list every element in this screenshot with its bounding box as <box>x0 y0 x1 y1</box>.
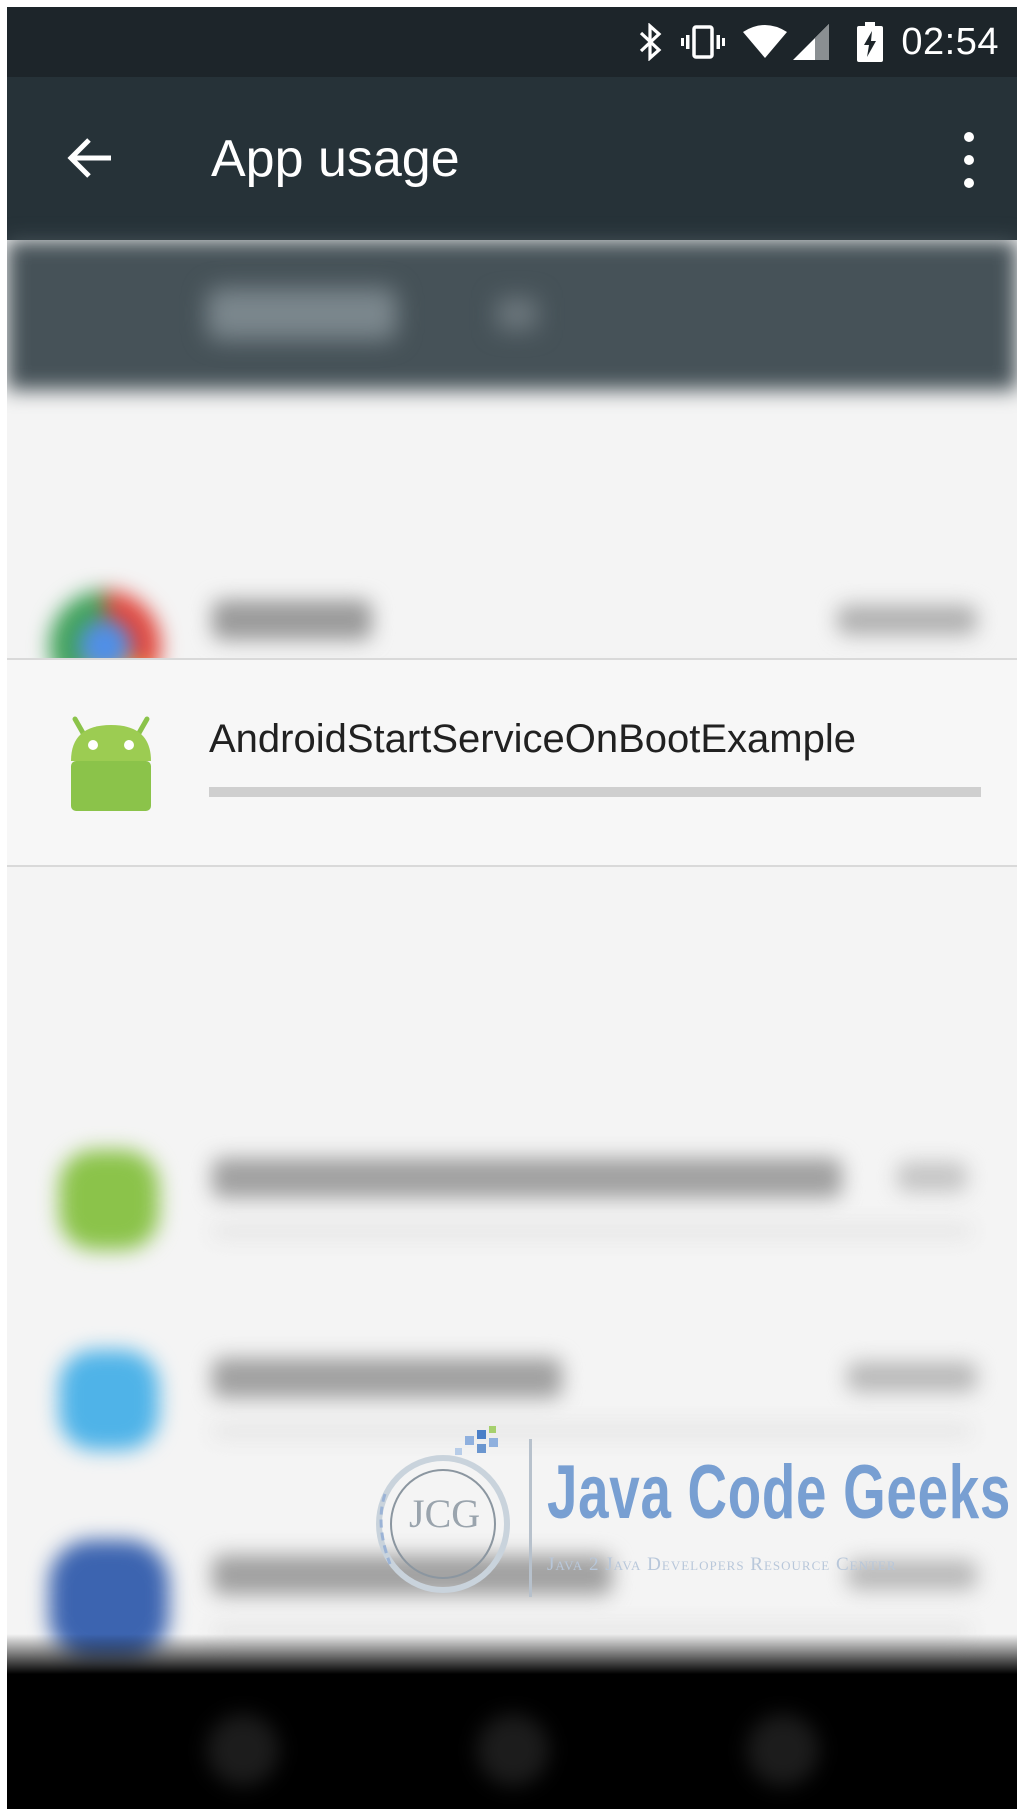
app-name <box>212 600 372 640</box>
status-icons: 02:54 <box>639 7 999 77</box>
usage-progress-fill <box>209 787 981 797</box>
filter-selector[interactable] <box>207 288 397 340</box>
android-icon <box>71 716 151 811</box>
watermark-divider <box>529 1439 532 1597</box>
app-name: AndroidStartServiceOnBootExample <box>209 717 856 761</box>
vibrate-icon <box>681 23 726 61</box>
app-name <box>212 1358 562 1398</box>
app-usage-value <box>837 605 977 635</box>
wifi-icon <box>743 24 788 60</box>
app-usage-value <box>847 1362 977 1392</box>
watermark-logo-letters: JCG <box>409 1491 481 1536</box>
more-vert-icon <box>964 132 974 142</box>
nav-home-button[interactable] <box>477 1714 549 1786</box>
usage-bar <box>212 1225 972 1237</box>
nav-fade <box>7 1634 1017 1674</box>
nav-back-button[interactable] <box>207 1714 279 1786</box>
app-icon <box>59 1150 159 1250</box>
app-usage-value <box>897 1162 967 1192</box>
bluetooth-icon <box>639 23 663 61</box>
nav-recents-button[interactable] <box>747 1714 819 1786</box>
status-bar: 02:54 <box>7 7 1017 77</box>
app-bar: App usage <box>7 77 1017 240</box>
page-title: App usage <box>211 130 460 188</box>
focused-app-row[interactable]: AndroidStartServiceOnBootExample <box>7 658 1017 867</box>
watermark-tagline: Java 2 Java Developers Resource Center <box>547 1554 897 1575</box>
app-name <box>212 1158 842 1198</box>
status-time: 02:54 <box>901 20 999 63</box>
navigation-bar <box>7 1634 1017 1809</box>
app-icon <box>59 1350 159 1450</box>
back-button[interactable] <box>57 125 123 191</box>
list-item[interactable] <box>7 1100 1017 1300</box>
signal-icon <box>793 24 830 60</box>
dropdown-icon <box>497 298 537 330</box>
more-options-button[interactable] <box>959 132 979 188</box>
usage-progress-bar <box>209 787 981 797</box>
watermark-brand: Java Code Geeks <box>547 1450 1012 1535</box>
screen: 02:54 App usage AndroidStartServiceOnBoo… <box>7 7 1017 1809</box>
arrow-back-icon <box>67 138 111 178</box>
watermark: JCG Java Code Geeks Java 2 Java Develope… <box>365 1424 1010 1604</box>
battery-charging-icon <box>857 22 884 62</box>
